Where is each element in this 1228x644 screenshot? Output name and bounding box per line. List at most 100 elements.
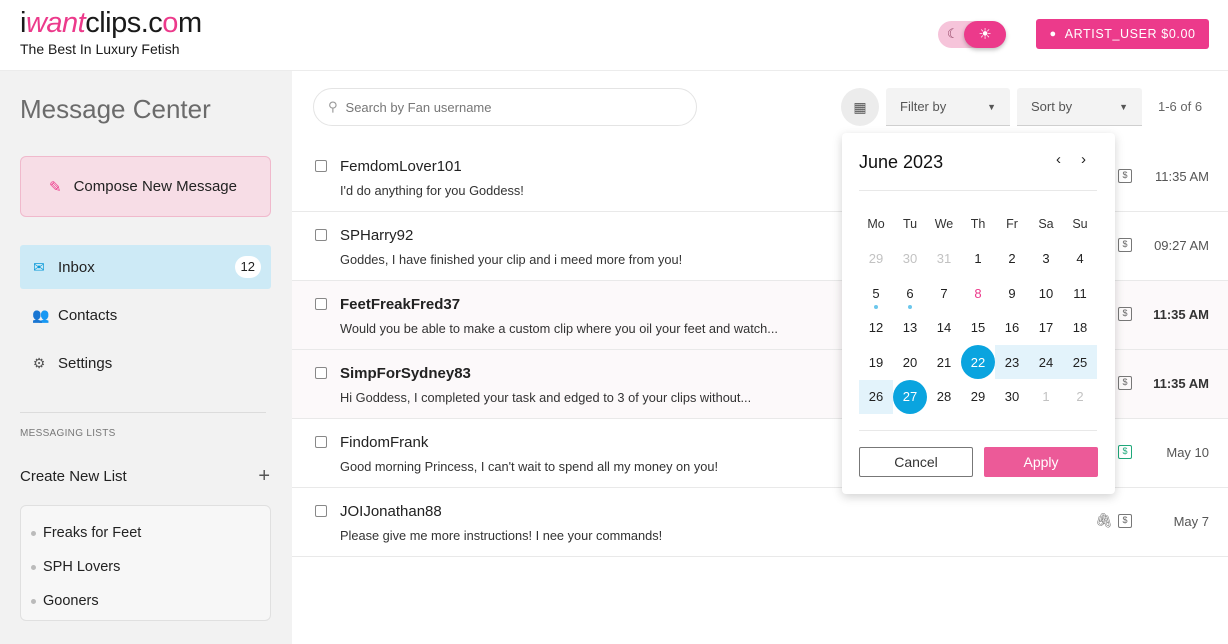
payment-icon[interactable]: $ [1118,169,1132,183]
message-checkbox[interactable] [315,367,327,379]
payment-icon[interactable]: $ [1118,238,1132,252]
search-bar[interactable]: ⚲ [313,88,697,126]
calendar-day[interactable]: 23 [995,345,1029,379]
calendar-day[interactable]: 2 [995,242,1029,276]
list-item-label: Freaks for Feet [43,525,142,541]
calendar-button[interactable]: ▦ [841,88,879,126]
payment-icon[interactable]: $ [1118,307,1132,321]
calendar-day[interactable]: 24 [1029,345,1063,379]
calendar-day-label: 10 [1038,285,1054,301]
paperclip-icon[interactable]: 🖇 [1095,512,1113,529]
list-item[interactable]: SPH Lovers [31,550,270,584]
page-title: Message Center [20,94,211,124]
calendar-day[interactable]: 15 [961,311,995,345]
apply-button[interactable]: Apply [984,447,1098,477]
calendar-day[interactable]: 4 [1063,242,1097,276]
calendar-weekday: Fr [1006,217,1018,231]
calendar-month-label: June 2023 [859,152,944,172]
calendar-day[interactable]: 20 [893,345,927,379]
calendar-weekday: Su [1072,217,1088,231]
calendar-day-label: 30 [1004,389,1020,404]
sender-name: SimpForSydney83 [340,365,471,382]
compose-message-button[interactable]: ✎ Compose New Message [20,156,271,217]
payment-icon[interactable]: $ [1118,376,1132,390]
sidebar-item-settings[interactable]: ⚙ Settings [20,341,271,385]
calendar-day: 31 [927,242,961,276]
caret-down-icon: ▼ [987,101,996,112]
calendar-day-label: 2 [1076,389,1084,404]
calendar-day: 30 [893,242,927,276]
calendar-day-label: 2 [1008,251,1016,266]
calendar-day[interactable]: 8 [961,276,995,310]
inbox-count-badge: 12 [234,256,261,278]
site-tagline: The Best In Luxury Fetish [20,41,180,57]
site-logo[interactable]: iwantclips.com [20,6,202,40]
message-time: 11:35 AM [1153,376,1209,391]
calendar-day-label: 20 [902,354,918,370]
sun-icon: ☀ [964,21,1006,48]
calendar-day[interactable]: 17 [1029,311,1063,345]
calendar-day[interactable]: 28 [927,380,961,414]
create-list-row[interactable]: Create New List + [20,465,270,488]
calendar-week-row: 19 20 21 22 23 24 25 [859,345,1097,380]
sidebar-item-contacts[interactable]: 👥 Contacts [20,293,271,337]
calendar-weekday: Th [970,217,986,231]
calendar-day[interactable]: 6 [893,276,927,310]
plus-icon[interactable]: + [258,465,270,488]
message-preview: I'd do anything for you Goddess! [340,183,524,198]
filter-dropdown[interactable]: Filter by ▼ [886,88,1010,126]
chevron-left-icon[interactable]: ‹ [1056,151,1061,168]
calendar-day[interactable]: 5 [859,276,893,310]
calendar-day[interactable]: 10 [1029,276,1063,310]
message-checkbox[interactable] [315,160,327,172]
calendar-day-label: 8 [974,285,982,301]
calendar-day[interactable]: 3 [1029,242,1063,276]
calendar-week-row: 29 30 31 1 2 3 4 [859,242,1097,277]
list-item[interactable]: Freaks for Feet [31,516,270,550]
calendar-day[interactable]: 16 [995,311,1029,345]
calendar-day[interactable]: 21 [927,345,961,379]
calendar-day[interactable]: 14 [927,311,961,345]
calendar-day[interactable]: 22 [961,345,995,379]
message-checkbox[interactable] [315,229,327,241]
calendar-day-label: 25 [1072,354,1088,370]
payment-icon[interactable]: $ [1118,514,1132,528]
calendar-day[interactable]: 7 [927,276,961,310]
calendar-day[interactable]: 30 [995,380,1029,414]
calendar-day[interactable]: 25 [1063,345,1097,379]
calendar-day[interactable]: 18 [1063,311,1097,345]
message-row[interactable]: JOIJonathan88 Please give me more instru… [292,488,1228,557]
calendar-day[interactable]: 13 [893,311,927,345]
calendar-day[interactable]: 11 [1063,276,1097,310]
message-checkbox[interactable] [315,298,327,310]
chevron-right-icon[interactable]: › [1081,151,1086,168]
calendar-grid: Mo Tu We Th Fr Sa Su 29 30 31 1 2 3 4 5 6 7 8 9 10 11 12 13 14 1… [859,207,1097,414]
message-checkbox[interactable] [315,436,327,448]
calendar-day-label: 4 [1076,251,1084,266]
sidebar-divider [20,412,266,413]
top-header: iwantclips.com The Best In Luxury Fetish… [0,0,1228,71]
pagination-count: 1-6 of 6 [1158,99,1203,114]
search-input[interactable] [345,99,646,115]
theme-toggle[interactable]: ☾ ☀ [938,21,1006,48]
calendar-day[interactable]: 27 [893,379,927,414]
calendar-day[interactable]: 1 [961,242,995,276]
calendar-day[interactable]: 26 [859,379,893,414]
sidebar-item-inbox[interactable]: ✉ Inbox 12 [20,245,271,289]
calendar-week-row: 12 13 14 15 16 17 18 [859,311,1097,346]
bullet-icon [31,564,36,570]
cancel-button[interactable]: Cancel [859,447,973,477]
calendar-day-label: 23 [1004,354,1020,370]
calendar-day[interactable]: 29 [961,380,995,414]
message-checkbox[interactable] [315,505,327,517]
calendar-day[interactable]: 19 [859,345,893,379]
list-item[interactable]: Gooners [31,584,270,618]
search-icon: ⚲ [328,99,338,114]
sort-dropdown[interactable]: Sort by ▼ [1017,88,1142,126]
payment-icon[interactable]: $ [1118,445,1132,459]
calendar-day[interactable]: 9 [995,276,1029,310]
user-account-button[interactable]: ● ARTIST_USER $0.00 [1036,19,1209,49]
gear-icon: ⚙ [32,354,46,371]
message-preview: Would you be able to make a custom clip … [340,321,778,336]
calendar-day[interactable]: 12 [859,311,893,345]
